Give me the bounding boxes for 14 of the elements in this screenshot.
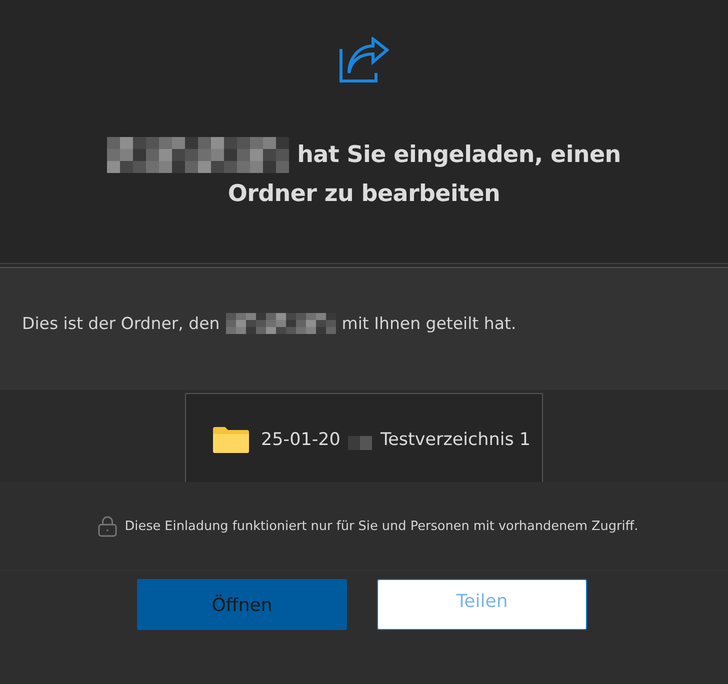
share-button[interactable]: Teilen — [377, 579, 587, 630]
lock-icon — [98, 516, 117, 536]
title-text: Ordner zu bearbeiten — [228, 181, 500, 207]
message-text: mit Ihnen geteilt hat. — [342, 314, 516, 332]
folder-icon — [213, 427, 249, 453]
folder-card[interactable]: 25-01-20 Testverzeichnis 1 — [185, 393, 543, 482]
message-text: Dies ist der Ordner, den — [22, 314, 220, 332]
folder-name: Testverzeichnis 1 — [380, 429, 531, 452]
open-button[interactable]: Öffnen — [137, 579, 347, 630]
notice-text: Diese Einladung funktioniert nur für Sie und Personen mit vorhandenem Zugriff. — [124, 518, 638, 534]
pixelated-text — [348, 436, 372, 450]
share-icon — [339, 37, 389, 83]
title-text: hat Sie eingeladen, einen — [297, 142, 621, 168]
folder-name: 25-01-20 — [261, 429, 340, 452]
